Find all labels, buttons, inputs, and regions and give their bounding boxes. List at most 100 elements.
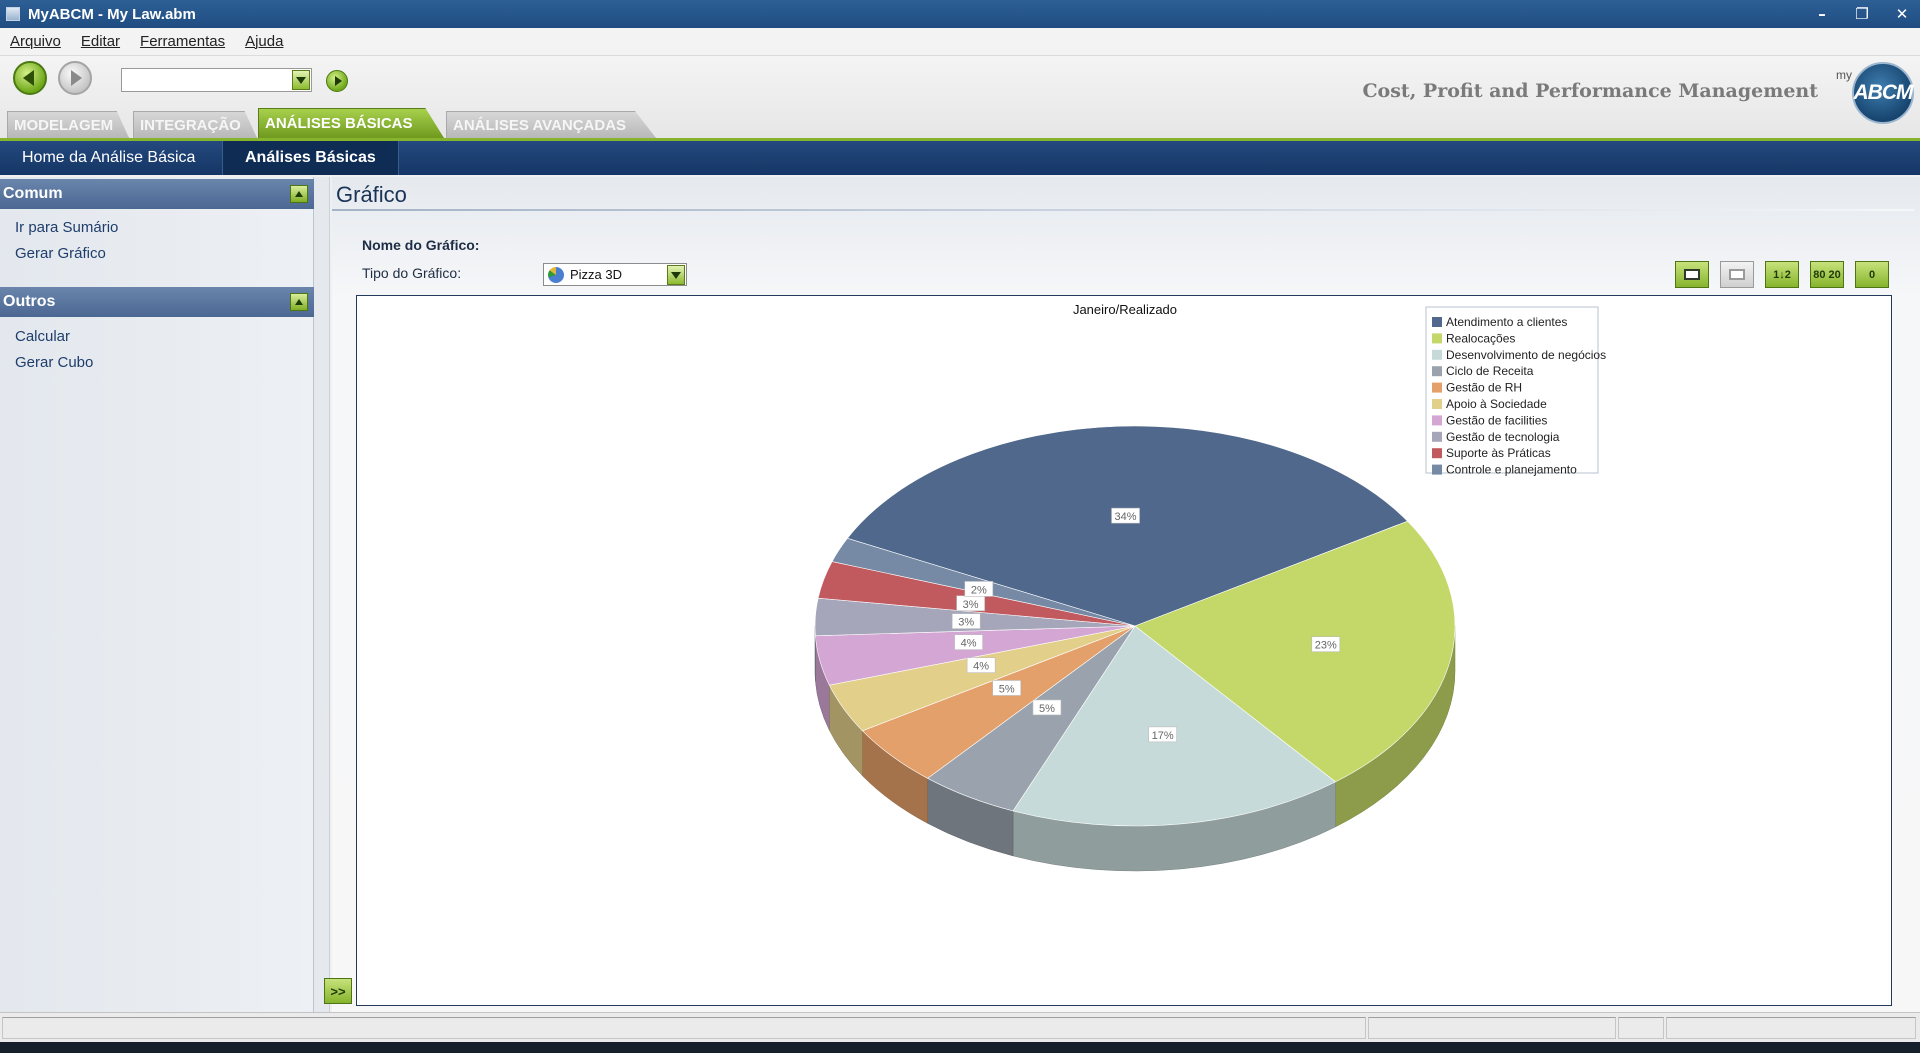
pie-chart: Janeiro/Realizado 34% 23% 17% 5% 5% 4% 4% 3% 3% 2%… [814,302,1606,872]
window-title: MyABCM - My Law.abm [28,5,196,23]
svg-text:2%: 2% [971,584,987,596]
app-window: MyABCM - My Law.abm – ❐ ✕ Arquivo Editar… [0,0,1920,1053]
legend-item: Gestão de facilities [1432,413,1547,427]
panel-comum-title: Comum [3,185,63,202]
legend-swatch [1432,349,1442,360]
pareto-80-20-button[interactable]: 80 20 [1810,261,1844,288]
back-button[interactable] [13,61,47,95]
panel-outros-title: Outros [3,293,56,310]
status-segment-2 [1368,1017,1616,1039]
chart-title: Janeiro/Realizado [1073,302,1177,317]
chevron-down-icon [671,271,681,279]
legend-swatch [1432,431,1442,442]
collapse-comum-button[interactable] [290,185,308,203]
title-divider [332,209,1914,211]
go-button[interactable] [326,70,348,92]
main-content: Gráfico Nome do Gráfico: Tipo do Gráfico… [332,177,1920,1012]
svg-text:4%: 4% [961,638,977,650]
legend-label: Gestão de RH [1446,381,1522,395]
status-bar [0,1012,1920,1042]
collapse-outros-button[interactable] [290,293,308,311]
legend-item: Apoio à Sociedade [1432,397,1547,411]
legend-label: Ciclo de Receita [1446,364,1534,378]
tab-modelagem[interactable]: MODELAGEM [7,111,129,138]
table-view-icon [1729,269,1745,280]
svg-text:17%: 17% [1152,730,1174,742]
legend-label: Realocações [1446,331,1515,345]
tab-analises-avancadas[interactable]: ANÁLISES AVANÇADAS [446,111,656,138]
os-taskbar [0,1042,1920,1053]
tab-integracao[interactable]: INTEGRAÇÃO [133,111,257,138]
legend-label: Apoio à Sociedade [1446,397,1547,411]
legend-swatch [1432,382,1442,393]
svg-text:23%: 23% [1315,640,1337,652]
expand-panel-button[interactable]: >> [324,978,352,1004]
data-label: 2% [964,581,994,597]
subtab-analises-basicas[interactable]: Análises Básicas [222,141,399,175]
legend-label: Gestão de facilities [1446,413,1547,427]
legend-item: Gestão de tecnologia [1432,430,1560,444]
legend-label: Gestão de tecnologia [1446,430,1560,444]
legend-item: Gestão de RH [1432,381,1522,395]
chevron-down-icon [296,76,306,84]
link-gerar-grafico[interactable]: Gerar Gráfico [15,245,106,262]
chart-type-value: Pizza 3D [570,267,623,282]
menu-ferramentas[interactable]: Ferramentas [140,33,225,50]
forward-arrow-icon [71,70,82,86]
link-ir-para-sumario[interactable]: Ir para Sumário [15,219,118,236]
link-calcular[interactable]: Calcular [15,328,70,345]
data-label: 5% [992,680,1022,696]
status-segment-4 [1666,1017,1916,1039]
menu-bar: Arquivo Editar Ferramentas Ajuda [0,28,1920,56]
main-tabs: MODELAGEM INTEGRAÇÃO ANÁLISES BÁSICAS AN… [0,108,1920,138]
forward-button[interactable] [58,61,92,95]
tab-analises-basicas[interactable]: ANÁLISES BÁSICAS [258,108,444,138]
legend-item: Desenvolvimento de negócios [1432,348,1606,362]
menu-editar[interactable]: Editar [81,33,120,50]
panel-comum-header[interactable]: Comum [0,179,314,209]
chart-type-dropdown-button[interactable] [667,265,685,285]
combo-dropdown-button[interactable] [292,70,310,90]
app-icon [6,7,20,21]
legend-label: Atendimento a clientes [1446,315,1567,329]
legend-swatch [1432,448,1442,459]
data-label: 3% [951,613,981,629]
chart-name-label: Nome do Gráfico: [362,237,480,253]
legend-swatch [1432,317,1442,327]
svg-text:5%: 5% [1039,703,1055,715]
svg-text:4%: 4% [973,661,989,673]
chevron-up-icon [295,191,303,197]
view-chart-button[interactable] [1675,261,1709,288]
chart-type-select[interactable]: Pizza 3D [543,263,687,286]
brand-tagline: Cost, Profit and Performance Management [1362,80,1818,102]
data-label: 5% [1032,699,1062,716]
menu-arquivo[interactable]: Arquivo [10,33,61,50]
back-arrow-icon [23,70,34,86]
chart-area: Janeiro/Realizado 34% 23% 17% 5% 5% 4% 4% 3% 3% 2%… [356,295,1892,1006]
zero-button[interactable]: 0 [1855,261,1889,288]
sidebar-splitter[interactable] [314,177,330,1012]
link-gerar-cubo[interactable]: Gerar Cubo [15,354,93,371]
restore-button[interactable]: ❐ [1849,3,1875,25]
menu-ajuda[interactable]: Ajuda [245,33,283,50]
svg-text:3%: 3% [958,617,974,629]
data-label: 23% [1311,636,1341,653]
chevron-up-icon [295,299,303,305]
close-button[interactable]: ✕ [1889,3,1915,25]
legend-item: Ciclo de Receita [1432,364,1534,378]
legend-label: Controle e planejamento [1446,463,1577,477]
legend-item: Suporte às Práticas [1432,446,1551,460]
minimize-button[interactable]: – [1809,3,1835,25]
status-segment-3 [1618,1017,1664,1039]
status-segment-main [2,1017,1366,1039]
navigation-combo[interactable] [121,68,312,92]
view-table-button[interactable] [1720,261,1754,288]
panel-outros-header[interactable]: Outros [0,287,314,317]
sort-button[interactable]: 1↓2 [1765,261,1799,288]
legend-item: Atendimento a clientes [1432,315,1567,329]
pie-chart-icon [548,266,564,283]
legend-swatch [1432,464,1442,475]
play-icon [334,76,342,86]
chart-legend: Atendimento a clientes Realocações Desenvo… [1425,306,1606,477]
subtab-home-analise-basica[interactable]: Home da Análise Básica [0,141,217,175]
